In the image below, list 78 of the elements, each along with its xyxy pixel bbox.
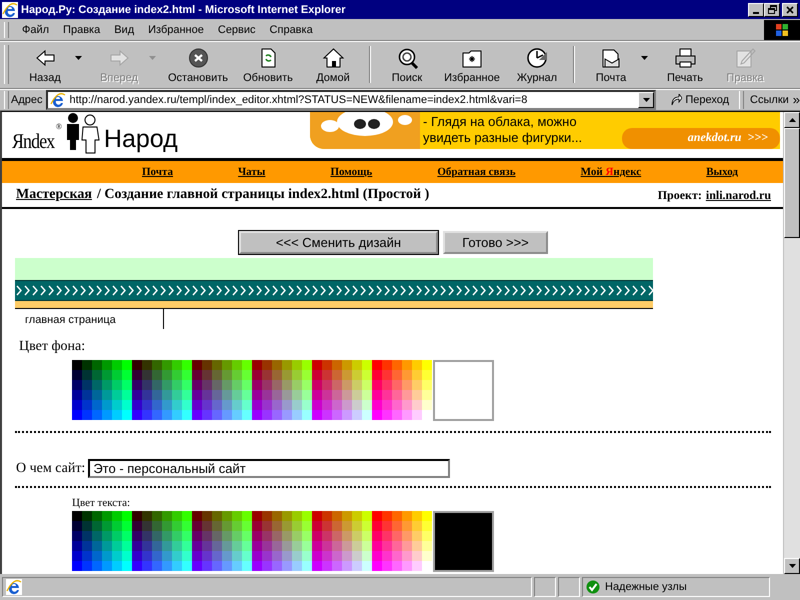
window-title: Народ.Ру: Создание index2.html - Microsoft Internet Explorer [21, 4, 347, 16]
nav-link[interactable]: Чаты [238, 166, 266, 178]
windows-logo-icon [764, 20, 800, 40]
address-field[interactable]: http://narod.yandex.ru/templ/index_editor.xhtml?STATUS=NEW&filename=index2.html&vari=8 [46, 90, 656, 110]
page-icon [6, 579, 22, 595]
nav-link[interactable]: Выход [706, 166, 738, 178]
toolbar-icon [186, 47, 210, 69]
address-label: Адрес [11, 94, 42, 106]
logo-name: Народ [104, 125, 178, 154]
arrow-icon [670, 94, 682, 106]
links-button[interactable]: Ссылки [750, 94, 789, 106]
toolbar-button[interactable]: Печать [655, 43, 715, 86]
nav-link[interactable]: Почта [142, 166, 174, 178]
menu-item[interactable]: Вид [107, 22, 142, 38]
security-zone: Надежные узлы [605, 581, 687, 593]
banner-text: - Глядя на облака, можно увидеть разные фигурки... [423, 114, 584, 146]
toolbar-button[interactable]: Обновить [233, 43, 303, 86]
menu-item[interactable]: Избранное [141, 22, 211, 38]
close-icon [786, 6, 794, 14]
about-label: О чем сайт: [16, 460, 86, 476]
scroll-down-icon[interactable] [788, 564, 796, 568]
toolbar-icon [526, 47, 548, 69]
toolbar-icon [34, 47, 56, 69]
menu-item[interactable]: Справка [262, 22, 320, 38]
done-button[interactable]: Готово >>> [443, 231, 548, 254]
change-design-button[interactable]: <<< Сменить дизайн [239, 231, 438, 254]
dropdown-button[interactable] [638, 92, 654, 108]
toolbar-button[interactable]: Назад [15, 43, 75, 86]
go-button[interactable]: Переход [666, 94, 734, 106]
more-button[interactable]: » [792, 92, 800, 107]
menu-item[interactable]: Сервис [210, 22, 263, 38]
text-color-label: Цвет текста: [72, 497, 132, 509]
preview-tab[interactable]: главная страница [15, 309, 164, 329]
toolbar-button[interactable]: Журнал [507, 43, 567, 86]
caret-icon[interactable] [75, 56, 82, 60]
advertisement-banner[interactable]: - Глядя на облака, можно увидеть разные фигурки... anekdot.ru >>> [310, 112, 780, 149]
banner-site: anekdot.ru [688, 130, 742, 145]
toolbar-icon [674, 47, 696, 69]
status-panel [558, 577, 580, 597]
nav-link[interactable]: Помощь [330, 166, 372, 178]
breadcrumb-link[interactable]: Мастерская [16, 187, 92, 203]
check-icon [586, 580, 600, 594]
scroll-up-icon[interactable] [788, 118, 796, 122]
logo-brand: Яndex [12, 129, 54, 154]
nav-link[interactable]: Обратная связь [437, 166, 516, 178]
project-link[interactable]: inli.narod.ru [706, 188, 771, 202]
restore-icon [768, 5, 776, 14]
scroll-thumb[interactable] [784, 128, 800, 238]
restore-button[interactable] [764, 2, 780, 16]
toolbar-icon [108, 47, 130, 69]
scrollbar[interactable] [783, 112, 800, 574]
menu-item[interactable]: Правка [56, 22, 108, 38]
color-palette[interactable] [72, 511, 432, 571]
about-field[interactable]: Это - персональный сайт [88, 459, 450, 478]
toolbar-icon [600, 47, 622, 69]
menu-item[interactable]: Файл [15, 22, 56, 38]
trademark-mark: ® [56, 122, 62, 131]
minimize-icon [753, 12, 759, 14]
caret-icon [642, 98, 650, 102]
toolbar-button[interactable]: Поиск [377, 43, 437, 86]
nav-link[interactable]: Мой Яндекс [580, 166, 642, 178]
status-panel [534, 577, 556, 597]
background-color-label: Цвет фона: [19, 339, 86, 355]
minimize-button[interactable] [748, 2, 764, 16]
toolbar-icon [734, 47, 756, 69]
page-heading: / Создание главной страницы index2.html (Простой ) [96, 187, 430, 203]
project-label: Проект: [658, 188, 702, 202]
toolbar-button[interactable]: Почта [581, 43, 641, 86]
toolbar-button[interactable]: Домой [303, 43, 363, 86]
browser-icon [2, 2, 18, 18]
banner-more: >>> [747, 130, 768, 145]
close-button[interactable] [782, 2, 798, 16]
toolbar-icon [322, 47, 344, 69]
caret-icon[interactable] [641, 56, 648, 60]
color-palette[interactable] [72, 360, 432, 420]
toolbar-button[interactable]: Избранное [437, 43, 507, 86]
page-icon [50, 92, 66, 108]
toolbar-button[interactable]: Остановить [163, 43, 233, 86]
